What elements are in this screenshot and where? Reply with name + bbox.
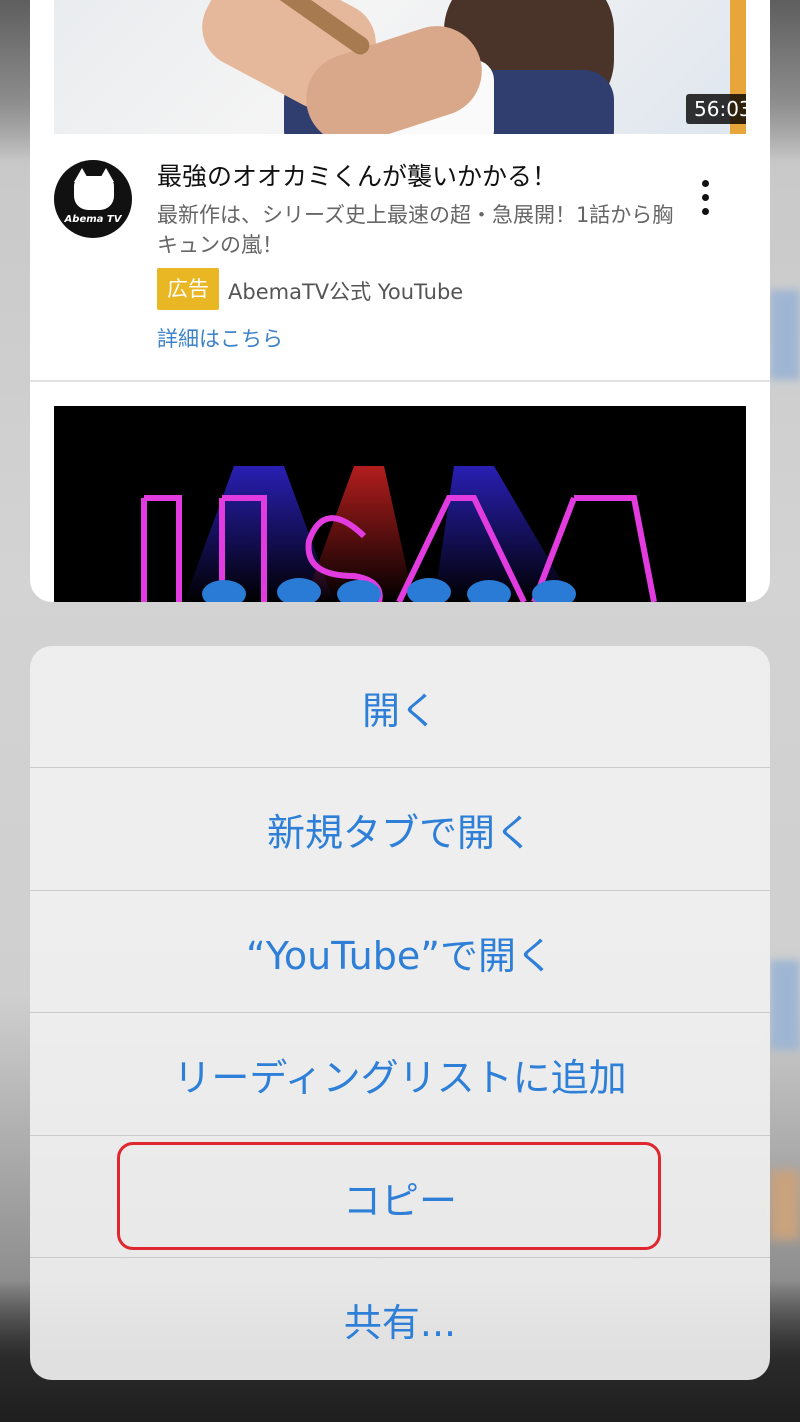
open-in-new-tab-label: 新規タブで開く [266,810,533,855]
share-button-label: 共有... [343,1300,457,1345]
video-title[interactable]: 最強のオオカミくんが襲いかかる！ [157,157,557,193]
more-options-icon[interactable] [696,180,716,216]
kebab-dot [702,208,709,215]
open-in-new-tab-button[interactable]: 新規タブで開く [30,768,770,890]
copy-button[interactable]: コピー [30,1136,770,1258]
details-link[interactable]: 詳細はこちら [157,323,283,353]
background-blur-accent [770,1170,800,1240]
kebab-dot [702,180,709,187]
next-video-thumbnail[interactable] [54,406,746,602]
video-duration-badge: 56:03 [686,94,746,124]
neon-stage-graphic [141,466,657,602]
video-thumbnail[interactable]: 56:03 [54,0,746,134]
background-blur-accent [770,290,800,380]
avatar-wolf-logo [74,176,114,210]
kebab-dot [702,194,709,201]
avatar-brand-text: Abema TV [64,214,122,225]
channel-avatar[interactable]: Abema TV [54,160,132,238]
share-button[interactable]: 共有... [30,1258,770,1380]
background-blur-accent [770,960,800,1050]
copy-button-label: コピー [342,1178,457,1223]
add-to-reading-list-button[interactable]: リーディングリストに追加 [30,1013,770,1135]
open-in-youtube-label: “YouTube”で開く [246,933,554,978]
add-to-reading-list-label: リーディングリストに追加 [173,1055,627,1100]
channel-name: AbemaTV公式 YouTube [228,280,464,304]
open-button[interactable]: 開く [30,646,770,768]
context-action-sheet: 開く 新規タブで開く “YouTube”で開く リーディングリストに追加 コピー… [30,646,770,1380]
link-preview-card[interactable]: 56:03 Abema TV 最強のオオカミくんが襲いかかる！ 最新作は、シリー… [30,0,770,602]
open-in-youtube-button[interactable]: “YouTube”で開く [30,891,770,1013]
divider [30,380,770,382]
video-description: 最新作は、シリーズ史上最速の超・急展開！1話から胸キュンの嵐！ [157,203,674,257]
open-button-label: 開く [361,688,438,733]
ad-badge: 広告 [157,268,219,310]
